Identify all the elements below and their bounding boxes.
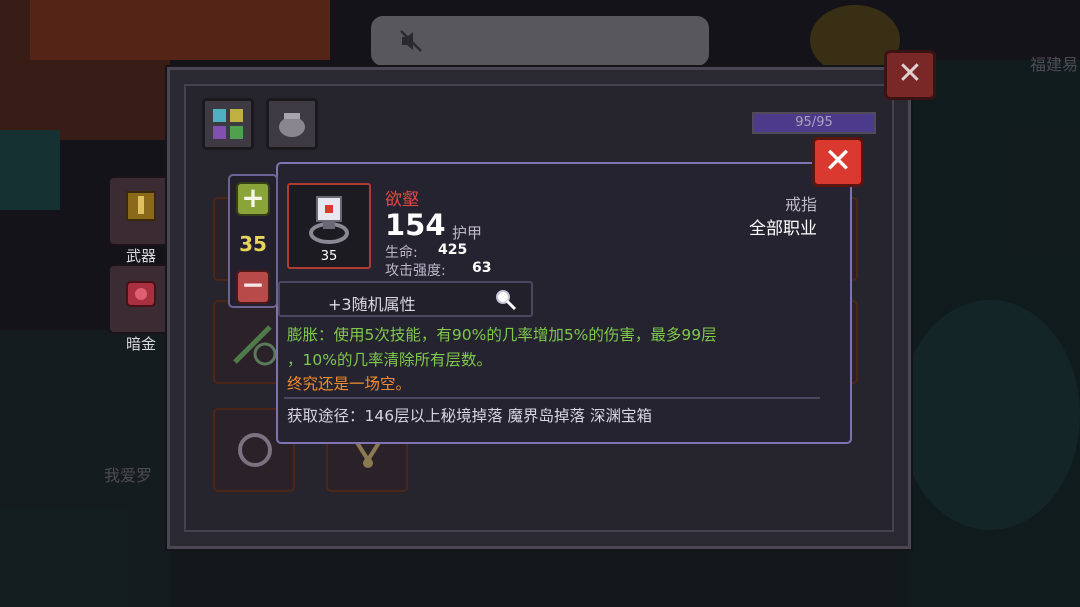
item-source-text: 获取途径：146层以上秘境掉落 魔界岛掉落 深渊宝箱 (287, 407, 652, 425)
grid-icon (213, 109, 243, 139)
hp-text: 95/95 (795, 115, 833, 130)
pot-icon (279, 113, 305, 137)
item-effect-text: 膨胀：使用5次技能，有90%的几率增加5%的伤害，最多99层 ，10%的几率清除… (287, 323, 827, 373)
item-type: 戒指 (784, 195, 817, 214)
speaker-muted-icon (400, 30, 422, 52)
stat-label-hp: 生命: (385, 245, 418, 261)
item-name: 欲壑 (385, 190, 419, 210)
item-level: 35 (320, 249, 338, 264)
item-flavor-text: 终究还是一场空。 (287, 375, 412, 393)
magnifier-icon[interactable] (494, 288, 518, 312)
item-armor-label: 护甲 (452, 224, 483, 242)
item-armor-value: 154 (385, 208, 446, 242)
quantity-increase-button[interactable]: + (236, 182, 270, 216)
random-attributes-box[interactable]: +3随机属性 (278, 281, 533, 317)
weapon-button[interactable]: 武器 (108, 176, 174, 265)
weapon-icon (126, 191, 156, 221)
item-icon-frame: 35 (287, 183, 371, 269)
mute-notification (371, 16, 709, 66)
ring-slot-icon (238, 433, 272, 467)
dark-gold-button-label: 暗金 (125, 335, 156, 353)
stat-value-hp: 425 (438, 242, 468, 258)
ring-icon (309, 196, 349, 244)
quantity-decrease-button[interactable]: − (236, 270, 270, 304)
quantity-control: + 35 − (228, 174, 278, 308)
item-effect-line-2: ，10%的几率清除所有层数。 (287, 351, 492, 369)
dark-gold-button[interactable]: 暗金 (108, 264, 174, 353)
tab-bag[interactable] (266, 98, 318, 150)
stat-label-attack: 攻击强度: (385, 263, 446, 279)
tooltip-divider (284, 397, 820, 399)
item-class-restriction: 全部职业 (749, 219, 817, 239)
tab-items[interactable] (202, 98, 254, 150)
close-tooltip-button[interactable]: ✕ (812, 137, 864, 187)
random-attributes-text: +3随机属性 (328, 295, 416, 314)
item-effect-line-1: 膨胀：使用5次技能，有90%的几率增加5%的伤害，最多99层 (287, 326, 717, 344)
quantity-value: 35 (239, 232, 267, 256)
dark-gold-icon (126, 281, 156, 307)
weapon-button-label: 武器 (125, 247, 156, 265)
stat-value-attack: 63 (472, 260, 492, 276)
hp-bar: 95/95 (752, 112, 876, 134)
close-inventory-button[interactable]: ✕ (884, 50, 936, 100)
